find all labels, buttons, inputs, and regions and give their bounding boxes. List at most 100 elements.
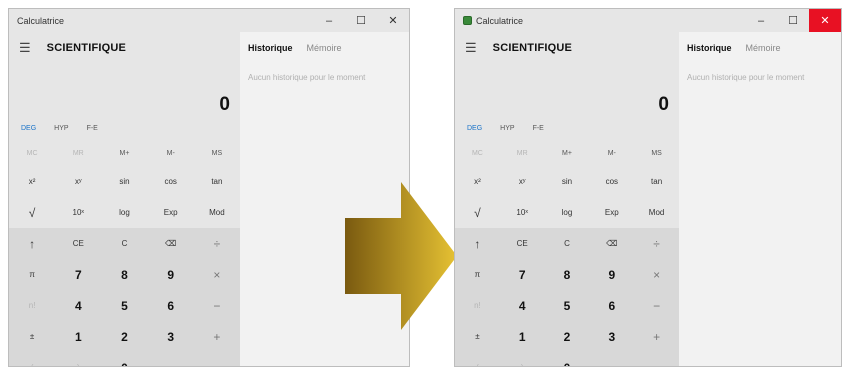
open-paren-key[interactable]: ( xyxy=(455,352,500,366)
divide-key[interactable]: ÷ xyxy=(634,228,679,259)
m-plus-button[interactable]: M+ xyxy=(101,150,147,157)
ten-power-key[interactable]: 10ˣ xyxy=(55,197,101,228)
minus-key[interactable]: − xyxy=(634,290,679,321)
tan-key[interactable]: tan xyxy=(194,166,240,197)
ms-button[interactable]: MS xyxy=(194,150,240,157)
key-8[interactable]: 8 xyxy=(545,259,590,290)
sin-key[interactable]: sin xyxy=(545,166,590,197)
key-9[interactable]: 9 xyxy=(589,259,634,290)
key-9[interactable]: 9 xyxy=(148,259,194,290)
log-key[interactable]: log xyxy=(545,197,590,228)
key-6[interactable]: 6 xyxy=(148,290,194,321)
deg-button[interactable]: DEG xyxy=(467,125,482,132)
maximize-button[interactable]: ☐ xyxy=(345,9,377,32)
key-7[interactable]: 7 xyxy=(500,259,545,290)
m-minus-button[interactable]: M- xyxy=(148,150,194,157)
tab-memory[interactable]: Mémoire xyxy=(307,43,342,53)
cos-key[interactable]: cos xyxy=(148,166,194,197)
plus-key[interactable]: + xyxy=(634,321,679,352)
ce-key[interactable]: CE xyxy=(55,228,101,259)
negate-key[interactable]: ± xyxy=(9,321,55,352)
tab-history[interactable]: Historique xyxy=(687,43,732,53)
key-1[interactable]: 1 xyxy=(55,321,101,352)
sqrt-key[interactable]: √ xyxy=(455,197,500,228)
key-4[interactable]: 4 xyxy=(55,290,101,321)
open-paren-key[interactable]: ( xyxy=(9,352,55,366)
key-2[interactable]: 2 xyxy=(545,321,590,352)
ms-button[interactable]: MS xyxy=(634,150,679,157)
close-button[interactable]: ✕ xyxy=(377,9,409,32)
fe-button[interactable]: F-E xyxy=(87,125,98,132)
key-0[interactable]: 0 xyxy=(101,352,147,367)
ce-key[interactable]: CE xyxy=(500,228,545,259)
close-paren-key[interactable]: ) xyxy=(500,352,545,366)
key-1[interactable]: 1 xyxy=(500,321,545,352)
mc-button[interactable]: MC xyxy=(9,150,55,157)
hamburger-icon[interactable]: ☰ xyxy=(19,40,31,56)
tan-key[interactable]: tan xyxy=(634,166,679,197)
m-minus-button[interactable]: M- xyxy=(589,150,634,157)
decimal-key[interactable]: , xyxy=(148,352,194,366)
divide-key[interactable]: ÷ xyxy=(194,228,240,259)
equals-key[interactable]: = xyxy=(194,352,240,367)
exp-key[interactable]: Exp xyxy=(589,197,634,228)
shift-key[interactable]: ↑ xyxy=(455,228,500,259)
key-6[interactable]: 6 xyxy=(589,290,634,321)
hyp-button[interactable]: HYP xyxy=(54,125,68,132)
key-8[interactable]: 8 xyxy=(101,259,147,290)
close-paren-key[interactable]: ) xyxy=(55,352,101,366)
mc-button[interactable]: MC xyxy=(455,150,500,157)
minimize-button[interactable]: – xyxy=(745,9,777,32)
key-5[interactable]: 5 xyxy=(101,290,147,321)
minus-key[interactable]: − xyxy=(194,290,240,321)
equals-key[interactable]: = xyxy=(634,352,679,367)
deg-button[interactable]: DEG xyxy=(21,125,36,132)
exp-key[interactable]: Exp xyxy=(148,197,194,228)
tab-memory[interactable]: Mémoire xyxy=(746,43,781,53)
number-keys: ↑ CE C ⌫ ÷ π 7 8 9 × n! 4 5 6 − ± 1 2 3 … xyxy=(455,228,679,367)
sqrt-key[interactable]: √ xyxy=(9,197,55,228)
maximize-button[interactable]: ☐ xyxy=(777,9,809,32)
square-key[interactable]: x² xyxy=(9,166,55,197)
key-4[interactable]: 4 xyxy=(500,290,545,321)
hamburger-icon[interactable]: ☰ xyxy=(465,40,477,56)
factorial-key[interactable]: n! xyxy=(455,290,500,321)
mod-key[interactable]: Mod xyxy=(634,197,679,228)
pi-key[interactable]: π xyxy=(9,259,55,290)
multiply-key[interactable]: × xyxy=(634,259,679,290)
square-key[interactable]: x² xyxy=(455,166,500,197)
key-3[interactable]: 3 xyxy=(589,321,634,352)
shift-key[interactable]: ↑ xyxy=(9,228,55,259)
negate-key[interactable]: ± xyxy=(455,321,500,352)
pi-key[interactable]: π xyxy=(455,259,500,290)
plus-key[interactable]: + xyxy=(194,321,240,352)
hyp-button[interactable]: HYP xyxy=(500,125,514,132)
mod-key[interactable]: Mod xyxy=(194,197,240,228)
mr-button[interactable]: MR xyxy=(500,150,545,157)
log-key[interactable]: log xyxy=(101,197,147,228)
power-key[interactable]: xʸ xyxy=(500,166,545,197)
c-key[interactable]: C xyxy=(545,228,590,259)
history-empty-text: Aucun historique pour le moment xyxy=(687,73,805,82)
decimal-key[interactable]: , xyxy=(589,352,634,366)
key-2[interactable]: 2 xyxy=(101,321,147,352)
cos-key[interactable]: cos xyxy=(589,166,634,197)
multiply-key[interactable]: × xyxy=(194,259,240,290)
mr-button[interactable]: MR xyxy=(55,150,101,157)
sin-key[interactable]: sin xyxy=(101,166,147,197)
backspace-key[interactable]: ⌫ xyxy=(589,228,634,259)
key-5[interactable]: 5 xyxy=(545,290,590,321)
key-3[interactable]: 3 xyxy=(148,321,194,352)
m-plus-button[interactable]: M+ xyxy=(545,150,590,157)
minimize-button[interactable]: – xyxy=(313,9,345,32)
c-key[interactable]: C xyxy=(101,228,147,259)
factorial-key[interactable]: n! xyxy=(9,290,55,321)
backspace-key[interactable]: ⌫ xyxy=(148,228,194,259)
key-7[interactable]: 7 xyxy=(55,259,101,290)
key-0[interactable]: 0 xyxy=(545,352,590,367)
tab-history[interactable]: Historique xyxy=(248,43,293,53)
ten-power-key[interactable]: 10ˣ xyxy=(500,197,545,228)
fe-button[interactable]: F-E xyxy=(533,125,544,132)
power-key[interactable]: xʸ xyxy=(55,166,101,197)
close-button[interactable]: ✕ xyxy=(809,9,841,32)
